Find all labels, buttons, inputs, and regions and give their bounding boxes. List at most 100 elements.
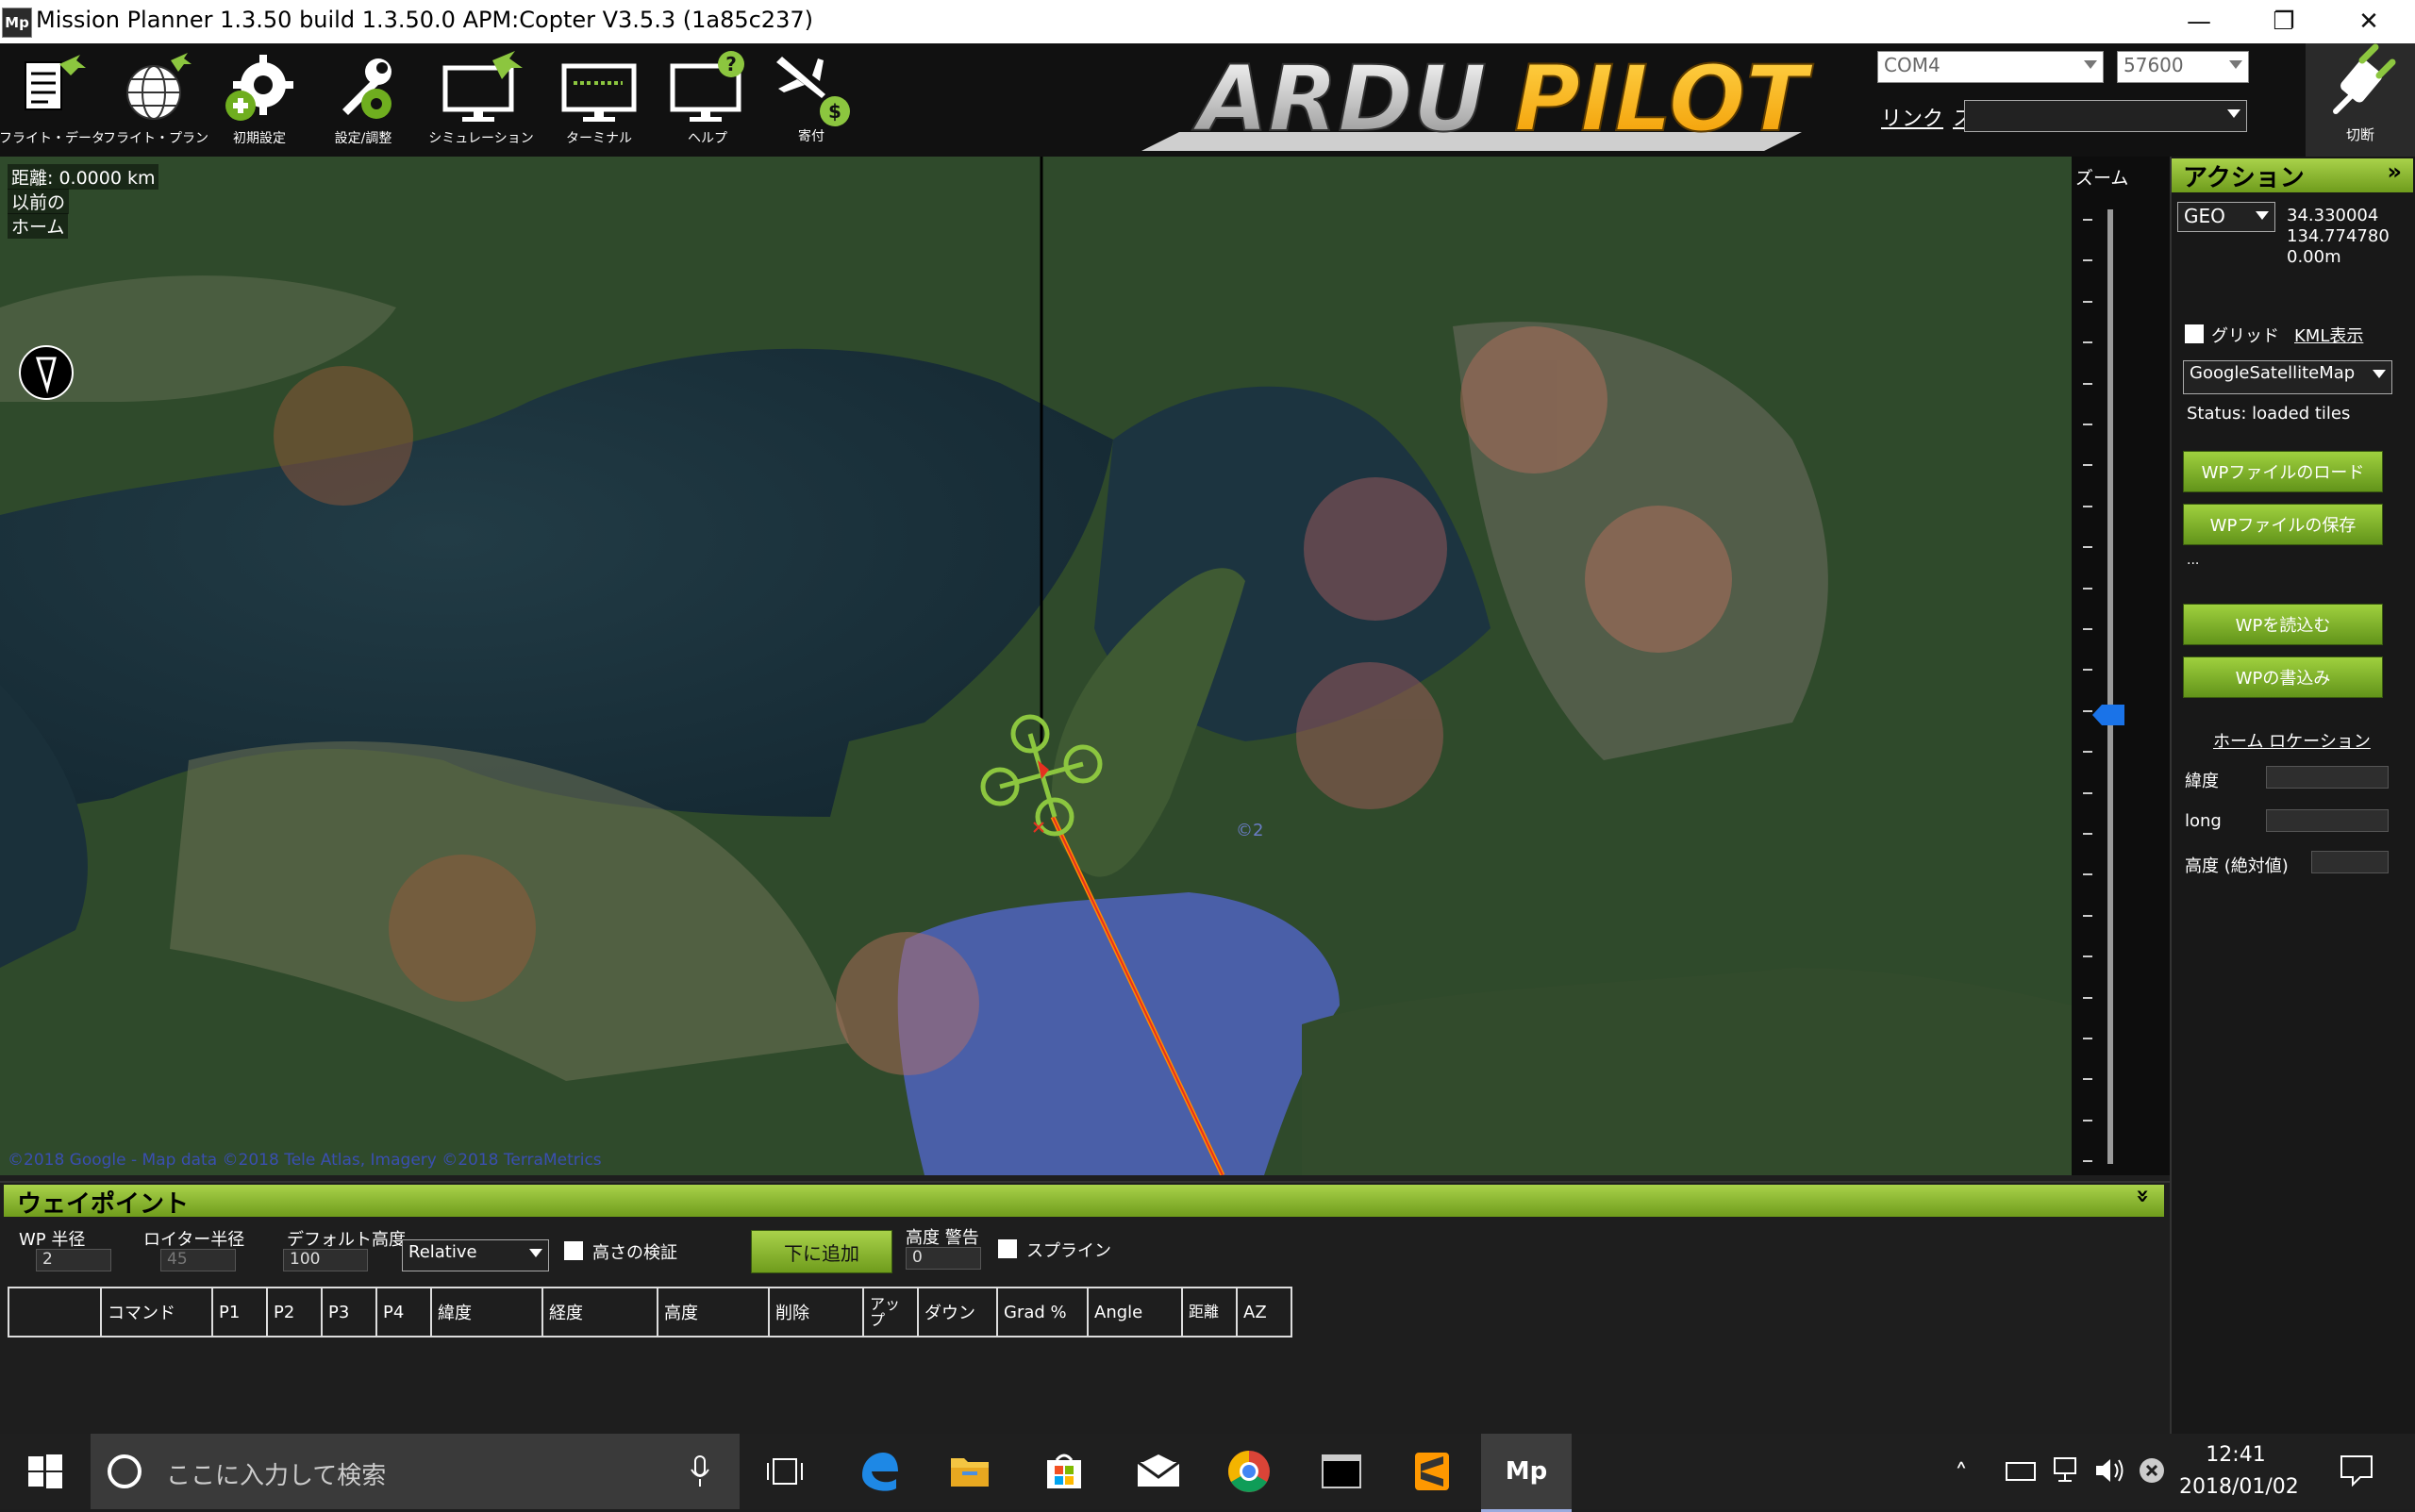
file-explorer-icon[interactable] — [924, 1434, 1015, 1509]
wp-radius-field[interactable]: 2 — [36, 1249, 111, 1271]
link-label[interactable]: リンク — [1881, 102, 1943, 132]
col-delete: 削除 — [768, 1287, 864, 1338]
initial-setup-button[interactable]: 初期設定 — [208, 43, 311, 155]
more-options[interactable]: ... — [2187, 553, 2199, 568]
zoom-tick — [2083, 710, 2092, 712]
col-lon: 経度 — [541, 1287, 658, 1338]
col-rownum — [8, 1287, 102, 1338]
port-value: COM4 — [1884, 54, 1940, 76]
tray-overflow-icon[interactable]: ˄ — [1955, 1458, 1968, 1489]
map-type-select[interactable]: GoogleSatelliteMap — [2183, 360, 2392, 394]
logo-pilot: PILOT — [1514, 47, 1813, 152]
col-distance: 距離 — [1181, 1287, 1238, 1338]
link-select[interactable] — [1964, 100, 2247, 132]
save-wp-file-button[interactable]: WPファイルの保存 — [2183, 504, 2383, 545]
help-icon: ? — [670, 51, 744, 122]
terminal-app-icon[interactable] — [1296, 1434, 1387, 1509]
store-icon[interactable] — [1019, 1434, 1109, 1509]
flight-data-button[interactable]: フライト・データ — [0, 43, 105, 155]
alt-warning-field[interactable]: 0 — [906, 1247, 981, 1270]
kml-link[interactable]: KML表示 — [2294, 323, 2363, 347]
loiter-radius-field[interactable]: 45 — [160, 1249, 236, 1271]
coord-mode-dropdown-icon — [2256, 211, 2269, 220]
baud-select[interactable]: 57600 — [2117, 51, 2249, 83]
main-toolbar: フライト・データ フライト・プラン 初期設定 設定/調整 シミュレーション ター… — [0, 43, 2415, 157]
compass-icon[interactable] — [19, 345, 74, 400]
flight-plan-button[interactable]: フライト・プラン — [103, 43, 208, 155]
write-wp-button[interactable]: WPの書込み — [2183, 656, 2383, 698]
loiter-radius-label: ロイター半径 — [143, 1230, 245, 1250]
config-tuning-button[interactable]: 設定/調整 — [311, 43, 415, 155]
col-command: コマンド — [100, 1287, 213, 1338]
satellite-map[interactable] — [0, 157, 2072, 1175]
zoom-slider-thumb[interactable] — [2092, 705, 2124, 725]
home-alt-field[interactable] — [2311, 851, 2389, 873]
grid-checkbox[interactable] — [2185, 324, 2204, 343]
action-collapse-icon[interactable]: » — [2387, 158, 2402, 185]
coord-mode-select[interactable]: GEO — [2177, 202, 2275, 232]
zoom-ticks — [2083, 219, 2094, 1162]
col-angle: Angle — [1087, 1287, 1183, 1338]
zoom-tick — [2083, 259, 2092, 261]
read-wp-button[interactable]: WPを読込む — [2183, 604, 2383, 645]
port-select[interactable]: COM4 — [1877, 51, 2104, 83]
coord-lat: 34.330004 — [2287, 206, 2379, 225]
no-fly-zone — [389, 855, 536, 1002]
start-button[interactable] — [0, 1434, 91, 1509]
zoom-tick — [2083, 792, 2092, 794]
clock-time[interactable]: 12:41 — [2179, 1443, 2292, 1467]
home-location-link[interactable]: ホーム ロケーション — [2213, 728, 2371, 753]
flight-data-icon — [25, 55, 86, 110]
app-icon: Mp — [2, 8, 32, 38]
home-alt-label: 高度 (絶対値) — [2185, 856, 2289, 876]
edge-icon[interactable] — [834, 1434, 924, 1509]
waypoint-collapse-icon[interactable]: » — [2130, 1188, 2157, 1204]
coord-lon: 134.774780 — [2287, 226, 2390, 246]
zoom-tick — [2083, 997, 2092, 999]
map-view[interactable]: 距離: 0.0000 km 以前の ホーム ©2018 Google - Map… — [0, 157, 2072, 1175]
mail-icon[interactable] — [1113, 1434, 1204, 1509]
col-grad: Grad % — [996, 1287, 1089, 1338]
volume-icon[interactable] — [2094, 1456, 2126, 1485]
search-box[interactable]: ここに入力して検索 — [91, 1434, 740, 1509]
add-below-button[interactable]: 下に追加 — [751, 1230, 892, 1273]
zoom-tick — [2083, 955, 2092, 957]
notification-icon[interactable] — [2340, 1454, 2373, 1487]
battery-icon[interactable] — [2006, 1462, 2036, 1481]
home-lat-field[interactable] — [2266, 766, 2389, 789]
restore-button[interactable]: ❐ — [2241, 0, 2326, 43]
sublime-icon[interactable] — [1387, 1434, 1477, 1509]
spline-checkbox[interactable] — [998, 1239, 1017, 1258]
zoom-track[interactable] — [2107, 209, 2113, 1164]
zoom-tick — [2083, 341, 2092, 343]
map-copyright: ©2018 Google - Map data ©2018 Tele Atlas… — [8, 1151, 602, 1170]
zoom-tick — [2083, 506, 2092, 507]
zoom-tick — [2083, 628, 2092, 630]
network-icon[interactable] — [2053, 1456, 2085, 1485]
security-alert-icon[interactable] — [2138, 1456, 2166, 1485]
alt-mode-select[interactable]: Relative — [402, 1239, 549, 1271]
verify-height-checkbox[interactable] — [564, 1241, 583, 1260]
task-view-icon[interactable] — [740, 1434, 830, 1509]
close-button[interactable]: ✕ — [2326, 0, 2411, 43]
chrome-icon[interactable] — [1204, 1434, 1294, 1509]
mission-planner-icon[interactable]: Mp — [1481, 1434, 1572, 1512]
no-fly-zone — [274, 366, 413, 506]
load-wp-file-button[interactable]: WPファイルのロード — [2183, 451, 2383, 492]
clock-date[interactable]: 2018/01/02 — [2179, 1475, 2299, 1499]
flight-plan-icon — [126, 53, 192, 120]
default-alt-field[interactable]: 100 — [283, 1249, 368, 1271]
flight-plan-label: フライト・プラン — [103, 131, 208, 146]
zoom-tick — [2083, 424, 2092, 425]
minimize-button[interactable]: — — [2157, 0, 2241, 43]
disconnect-button[interactable]: 切断 — [2306, 43, 2415, 157]
col-p2: P2 — [266, 1287, 323, 1338]
help-button[interactable]: ? ヘルプ — [656, 43, 759, 155]
terminal-button[interactable]: ターミナル — [547, 43, 651, 155]
microphone-icon[interactable] — [689, 1454, 711, 1488]
col-up: アップ — [862, 1287, 919, 1338]
waypoint-title: ウェイポイント — [17, 1190, 190, 1219]
simulation-button[interactable]: シミュレーション — [425, 43, 538, 155]
donate-button[interactable]: $ 寄付 — [764, 43, 858, 155]
home-lon-field[interactable] — [2266, 809, 2389, 832]
